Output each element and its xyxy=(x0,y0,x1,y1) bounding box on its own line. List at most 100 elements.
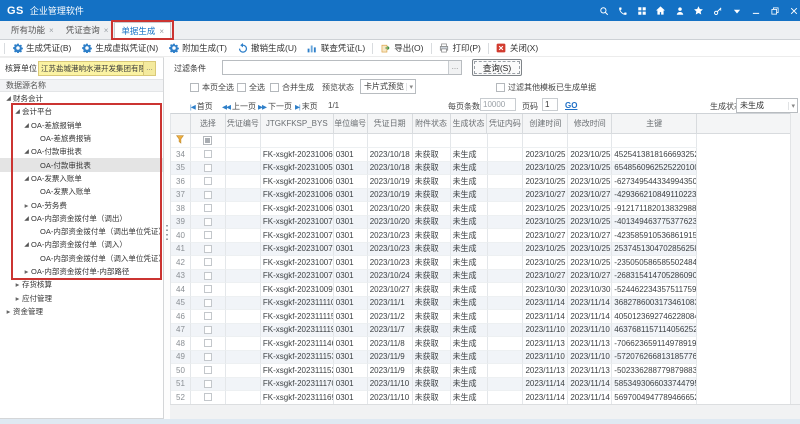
table-row[interactable]: 36FK-xsgkf-20231006703012023/10/19未获取未生成… xyxy=(171,175,790,189)
merge-generate-checkbox[interactable]: 合并生成 xyxy=(270,82,314,93)
tree-item[interactable]: ◢OA-付款审批表 xyxy=(0,145,163,158)
row-checkbox[interactable] xyxy=(204,353,212,361)
column-header[interactable]: JTGKFKSP_BYS xyxy=(261,114,334,134)
restore-icon[interactable] xyxy=(769,5,780,16)
filter-condition-input[interactable]: … xyxy=(222,60,462,75)
tree-expanded-icon[interactable]: ◢ xyxy=(22,215,31,222)
tab-item-2[interactable]: 单据生成× xyxy=(114,22,171,40)
table-row[interactable]: 41FK-xsgkf-20231007303012023/10/23未获取未生成… xyxy=(171,243,790,257)
row-checkbox[interactable] xyxy=(204,299,212,307)
next-page-button[interactable]: ▶▶ 下一页 xyxy=(258,101,292,112)
tree-collapsed-icon[interactable]: ▸ xyxy=(13,280,22,289)
table-row[interactable]: 34FK-xsgkf-20231006203012023/10/18未获取未生成… xyxy=(171,148,790,162)
query-button[interactable]: 查询(S) xyxy=(472,59,522,76)
row-checkbox[interactable] xyxy=(204,272,212,280)
row-select-cell[interactable] xyxy=(191,283,226,297)
toolbar-button-gear[interactable]: 生成凭证(B) xyxy=(7,42,76,54)
toolbar-button-undo[interactable]: 撤销生成(U) xyxy=(232,42,302,54)
table-row[interactable]: 40FK-xsgkf-20231007103012023/10/23未获取未生成… xyxy=(171,229,790,243)
tree-collapsed-icon[interactable]: ▸ xyxy=(13,294,22,303)
row-select-cell[interactable] xyxy=(191,243,226,257)
row-select-cell[interactable] xyxy=(191,391,226,405)
filter-more-button[interactable]: … xyxy=(448,61,461,74)
column-header[interactable]: 生成状态 xyxy=(451,114,488,134)
caret-down-icon[interactable] xyxy=(731,5,742,16)
tree-item[interactable]: ▸OA-劳务费 xyxy=(0,198,163,211)
row-checkbox[interactable] xyxy=(204,164,212,172)
tree-item[interactable]: ▸应付管理 xyxy=(0,291,163,304)
tab-item-0[interactable]: 所有功能× xyxy=(5,21,60,39)
tree-collapsed-icon[interactable]: ▸ xyxy=(22,201,31,210)
table-row[interactable]: 52FK-xsgkf-20231116903012023/11/10未获取未生成… xyxy=(171,391,790,405)
row-select-cell[interactable] xyxy=(191,189,226,203)
tree-expanded-icon[interactable]: ◢ xyxy=(22,148,31,155)
column-header[interactable]: 凭证内码 xyxy=(487,114,523,134)
column-header[interactable]: 凭证编号 xyxy=(226,114,261,134)
tree-item[interactable]: OA-发票入账单 xyxy=(0,185,163,198)
toolbar-button-closebox[interactable]: 关闭(X) xyxy=(491,42,543,54)
contact-icon[interactable] xyxy=(617,5,628,16)
accounting-unit-input[interactable]: 江苏盐城港响水港开发集团有限公司 … xyxy=(38,61,156,76)
row-select-cell[interactable] xyxy=(191,148,226,162)
tree-item[interactable]: OA-内部资金拨付单（调入单位凭证） xyxy=(0,252,163,265)
close-icon[interactable] xyxy=(788,5,799,16)
table-row[interactable]: 50FK-xsgkf-20231115203012023/11/9未获取未生成2… xyxy=(171,364,790,378)
row-checkbox[interactable] xyxy=(204,204,212,212)
user-icon[interactable] xyxy=(674,5,685,16)
row-checkbox[interactable] xyxy=(204,326,212,334)
tree-item[interactable]: OA-付款审批表 xyxy=(0,158,163,171)
tab-item-1[interactable]: 凭证查询× xyxy=(60,21,115,39)
table-row[interactable]: 48FK-xsgkf-20231114603012023/11/8未获取未生成2… xyxy=(171,337,790,351)
column-header[interactable]: 凭证日期 xyxy=(368,114,413,134)
filter-other-generated-checkbox[interactable]: 过滤其他模板已生成单据 xyxy=(496,82,596,93)
tree-item[interactable]: ▸资金管理 xyxy=(0,305,163,318)
tree-item[interactable]: ◢会计平台 xyxy=(0,105,163,118)
star-icon[interactable] xyxy=(693,5,704,16)
tree-expanded-icon[interactable]: ◢ xyxy=(13,108,22,115)
row-select-cell[interactable] xyxy=(191,297,226,311)
tree-expanded-icon[interactable]: ◢ xyxy=(22,122,31,129)
key-icon[interactable] xyxy=(712,5,723,16)
row-checkbox[interactable] xyxy=(204,258,212,266)
row-checkbox[interactable] xyxy=(204,231,212,239)
table-row[interactable]: 37FK-xsgkf-20231006803012023/10/19未获取未生成… xyxy=(171,189,790,203)
toolbar-button-gear[interactable]: 附加生成(T) xyxy=(163,42,232,54)
row-select-cell[interactable] xyxy=(191,202,226,216)
checkbox-icon[interactable] xyxy=(190,83,199,92)
table-row[interactable]: 49FK-xsgkf-20231115303012023/11/9未获取未生成2… xyxy=(171,351,790,365)
preview-state-dropdown[interactable]: 卡片式预览 ▾ xyxy=(360,79,416,94)
table-row[interactable]: 47FK-xsgkf-20231111903012023/11/7未获取未生成2… xyxy=(171,324,790,338)
table-row[interactable]: 43FK-xsgkf-20231007503012023/10/24未获取未生成… xyxy=(171,270,790,284)
row-checkbox[interactable] xyxy=(204,393,212,401)
toolbar-button-gear[interactable]: 生成虚拟凭证(N) xyxy=(76,42,163,54)
row-checkbox[interactable] xyxy=(204,150,212,158)
tree-item[interactable]: ▸存货核算 xyxy=(0,278,163,291)
select-all-checkbox[interactable]: 全选 xyxy=(237,82,265,93)
table-row[interactable]: 39FK-xsgkf-20231007003012023/10/20未获取未生成… xyxy=(171,216,790,230)
row-checkbox[interactable] xyxy=(204,177,212,185)
tree-item[interactable]: ◢OA-内部资金拨付单（调出） xyxy=(0,212,163,225)
table-row[interactable]: 45FK-xsgkf-20231111003012023/11/1未获取未生成2… xyxy=(171,297,790,311)
generate-state-dropdown[interactable]: 未生成 ▾ xyxy=(736,98,798,113)
tree-item[interactable]: OA-差旅费报销 xyxy=(0,132,163,145)
horizontal-scrollbar[interactable] xyxy=(170,404,800,419)
indeterminate-checkbox-icon[interactable] xyxy=(203,136,212,145)
row-select-cell[interactable] xyxy=(191,256,226,270)
row-checkbox[interactable] xyxy=(204,245,212,253)
row-checkbox[interactable] xyxy=(204,339,212,347)
filter-select-cell[interactable] xyxy=(191,134,226,148)
toolbar-button-print[interactable]: 打印(P) xyxy=(434,42,486,54)
home-icon[interactable] xyxy=(655,5,666,16)
tree-expanded-icon[interactable]: ◢ xyxy=(4,95,13,102)
tree-expanded-icon[interactable]: ◢ xyxy=(22,241,31,248)
tree-expanded-icon[interactable]: ◢ xyxy=(22,175,31,182)
first-page-button[interactable]: |◀ 首页 xyxy=(190,101,213,112)
table-row[interactable]: 38FK-xsgkf-20231006903012023/10/20未获取未生成… xyxy=(171,202,790,216)
accounting-unit-more-button[interactable]: … xyxy=(143,62,155,75)
tree-collapsed-icon[interactable]: ▸ xyxy=(22,267,31,276)
column-header[interactable]: 创建时间 xyxy=(523,114,568,134)
table-row[interactable]: 46FK-xsgkf-20231111503012023/11/2未获取未生成2… xyxy=(171,310,790,324)
row-checkbox[interactable] xyxy=(204,312,212,320)
vertical-scrollbar[interactable] xyxy=(790,113,800,404)
tree-item[interactable]: ◢OA-内部资金拨付单（调入） xyxy=(0,238,163,251)
